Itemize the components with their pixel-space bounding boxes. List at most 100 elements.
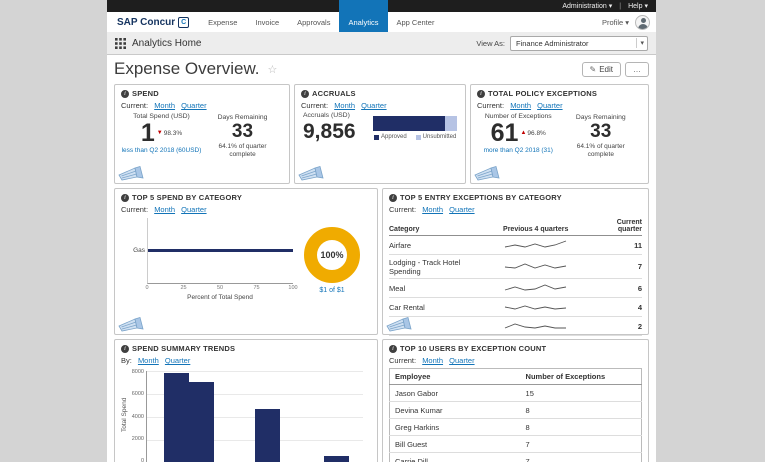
current-label: Current: [477, 101, 505, 110]
trend-sparkline-icon [504, 263, 566, 269]
month-link[interactable]: Month [422, 356, 443, 365]
accruals-kpi: Accruals (USD) 9,856 [301, 112, 367, 144]
topbar-divider: | [619, 2, 622, 10]
app-window: Administration ▾ | Help ▾ SAP Concur C E… [107, 0, 656, 462]
policy-exceptions-card: i TOTAL POLICY EXCEPTIONS Current: Month… [470, 84, 649, 184]
sparkline-cell [490, 254, 582, 279]
top10-users-card: i TOP 10 USERS BY EXCEPTION COUNT Curren… [382, 339, 649, 462]
month-link[interactable]: Month [510, 101, 531, 110]
legend-label: Unsubmitted [422, 134, 457, 141]
spend-trends-card: i SPEND SUMMARY TRENDS By: Month Quarter… [114, 339, 378, 462]
nav-analytics[interactable]: Analytics [339, 0, 388, 32]
profile-menu[interactable]: Profile ▾ [602, 18, 629, 27]
by-label: By: [121, 356, 132, 365]
category-label: Gas [133, 246, 145, 254]
nav-app-center[interactable]: App Center [388, 12, 444, 32]
info-icon[interactable]: i [389, 193, 397, 202]
administration-label: Administration [562, 2, 607, 10]
month-link[interactable]: Month [138, 356, 159, 365]
edit-label: Edit [599, 64, 613, 74]
employee-name: Bill Guest [389, 435, 521, 453]
nav-invoice[interactable]: Invoice [246, 12, 288, 32]
quarter-link[interactable]: Quarter [181, 101, 206, 110]
exceptions-kpi: Number of Exceptions 61 ▲ 96.8% more tha… [477, 113, 560, 160]
total-spend-value: 1 [140, 119, 155, 147]
days-remaining-value: 33 [231, 121, 254, 142]
accruals-card: i ACCRUALS Current: Month Quarter Accrua… [294, 84, 466, 184]
view-as-label: View As: [476, 38, 505, 48]
delta-note: more than Q2 2018 (31) [483, 147, 553, 155]
period-selector: Current: Month Quarter [301, 101, 459, 110]
exceptions-column-header: Number of Exceptions [520, 368, 642, 385]
x-tick: 100 [288, 285, 298, 291]
days-remaining-value: 33 [590, 121, 612, 142]
info-icon[interactable]: i [121, 193, 129, 202]
current-quarter-column-header: Current quarter [581, 217, 642, 236]
trend-bar [164, 373, 190, 462]
month-link[interactable]: Month [334, 101, 355, 110]
megaphone-icon [118, 317, 144, 332]
table-row: Meal 6 [389, 278, 642, 298]
spend-card: i SPEND Current: Month Quarter Total Spe… [114, 84, 290, 184]
current-quarter-header-text: Current quarter [616, 219, 642, 233]
quarter-link[interactable]: Quarter [165, 356, 190, 365]
info-icon[interactable]: i [477, 89, 485, 98]
spend-by-category-chart: Gas 0 25 50 75 100 Percent of Total Spen… [121, 218, 298, 301]
accruals-legend: Approved Unsubmitted [373, 134, 457, 140]
edit-button[interactable]: ✎ Edit [581, 61, 621, 77]
info-icon[interactable]: i [301, 89, 309, 98]
info-icon[interactable]: i [121, 344, 129, 353]
category-bar [148, 249, 293, 253]
sap-concur-logo[interactable]: SAP Concur C [107, 12, 190, 32]
days-remaining-label: Days Remaining [217, 114, 268, 121]
analytics-subheader: Analytics Home View As: Finance Administ… [107, 32, 656, 55]
info-icon[interactable]: i [389, 344, 397, 353]
nav-expense[interactable]: Expense [199, 12, 246, 32]
megaphone-icon [298, 166, 324, 181]
caret-down-icon: ▾ [636, 38, 647, 48]
quarter-link[interactable]: Quarter [537, 101, 562, 110]
user-avatar[interactable] [635, 14, 650, 30]
administration-menu[interactable]: Administration ▾ [562, 2, 612, 11]
days-remaining-kpi: Days Remaining 33 64.1% of quarter compl… [560, 113, 643, 160]
quarter-link[interactable]: Quarter [361, 101, 386, 110]
quarter-link[interactable]: Quarter [449, 356, 474, 365]
view-as-dropdown[interactable]: Finance Administrator ▾ [510, 35, 648, 51]
y-tick: 6000 [131, 391, 144, 398]
table-row: Airfare 11 [389, 235, 642, 255]
profile-label: Profile [601, 17, 624, 27]
category-cell: Meal [389, 278, 491, 298]
trend-sparkline-icon [504, 305, 566, 309]
card-title: SPEND [132, 89, 159, 98]
exception-count: 4 [581, 297, 642, 317]
quarter-link[interactable]: Quarter [449, 205, 474, 214]
month-link[interactable]: Month [154, 205, 175, 214]
exception-count: 8 [520, 401, 642, 419]
favorite-star-icon[interactable]: ☆ [268, 63, 278, 76]
x-tick: 50 [216, 285, 224, 291]
period-selector: Current: Month Quarter [477, 101, 642, 110]
month-link[interactable]: Month [422, 205, 443, 214]
period-selector: Current: Month Quarter [121, 205, 371, 214]
employee-name: Jason Gabor [389, 384, 521, 402]
table-row: Greg Harkins 8 [389, 418, 642, 436]
trend-bar [189, 382, 215, 462]
current-label: Current: [301, 101, 329, 110]
delta-percent: 96.8% [527, 129, 546, 137]
bar-plot-area [146, 371, 363, 462]
info-icon[interactable]: i [121, 89, 129, 98]
quarter-link[interactable]: Quarter [181, 205, 206, 214]
more-options-button[interactable]: … [625, 61, 649, 77]
month-link[interactable]: Month [154, 101, 175, 110]
exception-count: 15 [520, 384, 642, 402]
days-remaining-kpi: Days Remaining 33 64.1% of quarter compl… [202, 113, 283, 160]
card-title: SPEND SUMMARY TRENDS [132, 344, 236, 353]
apps-grid-icon[interactable] [115, 37, 126, 49]
category-cell: Car Rental [389, 297, 491, 317]
y-tick: 0 [140, 458, 144, 462]
period-selector: Current: Month Quarter [389, 205, 642, 214]
nav-approvals[interactable]: Approvals [288, 12, 339, 32]
quarter-complete-note: 64.1% of quarter complete [576, 142, 625, 159]
current-label: Current: [389, 356, 417, 365]
help-menu[interactable]: Help ▾ [628, 2, 648, 11]
